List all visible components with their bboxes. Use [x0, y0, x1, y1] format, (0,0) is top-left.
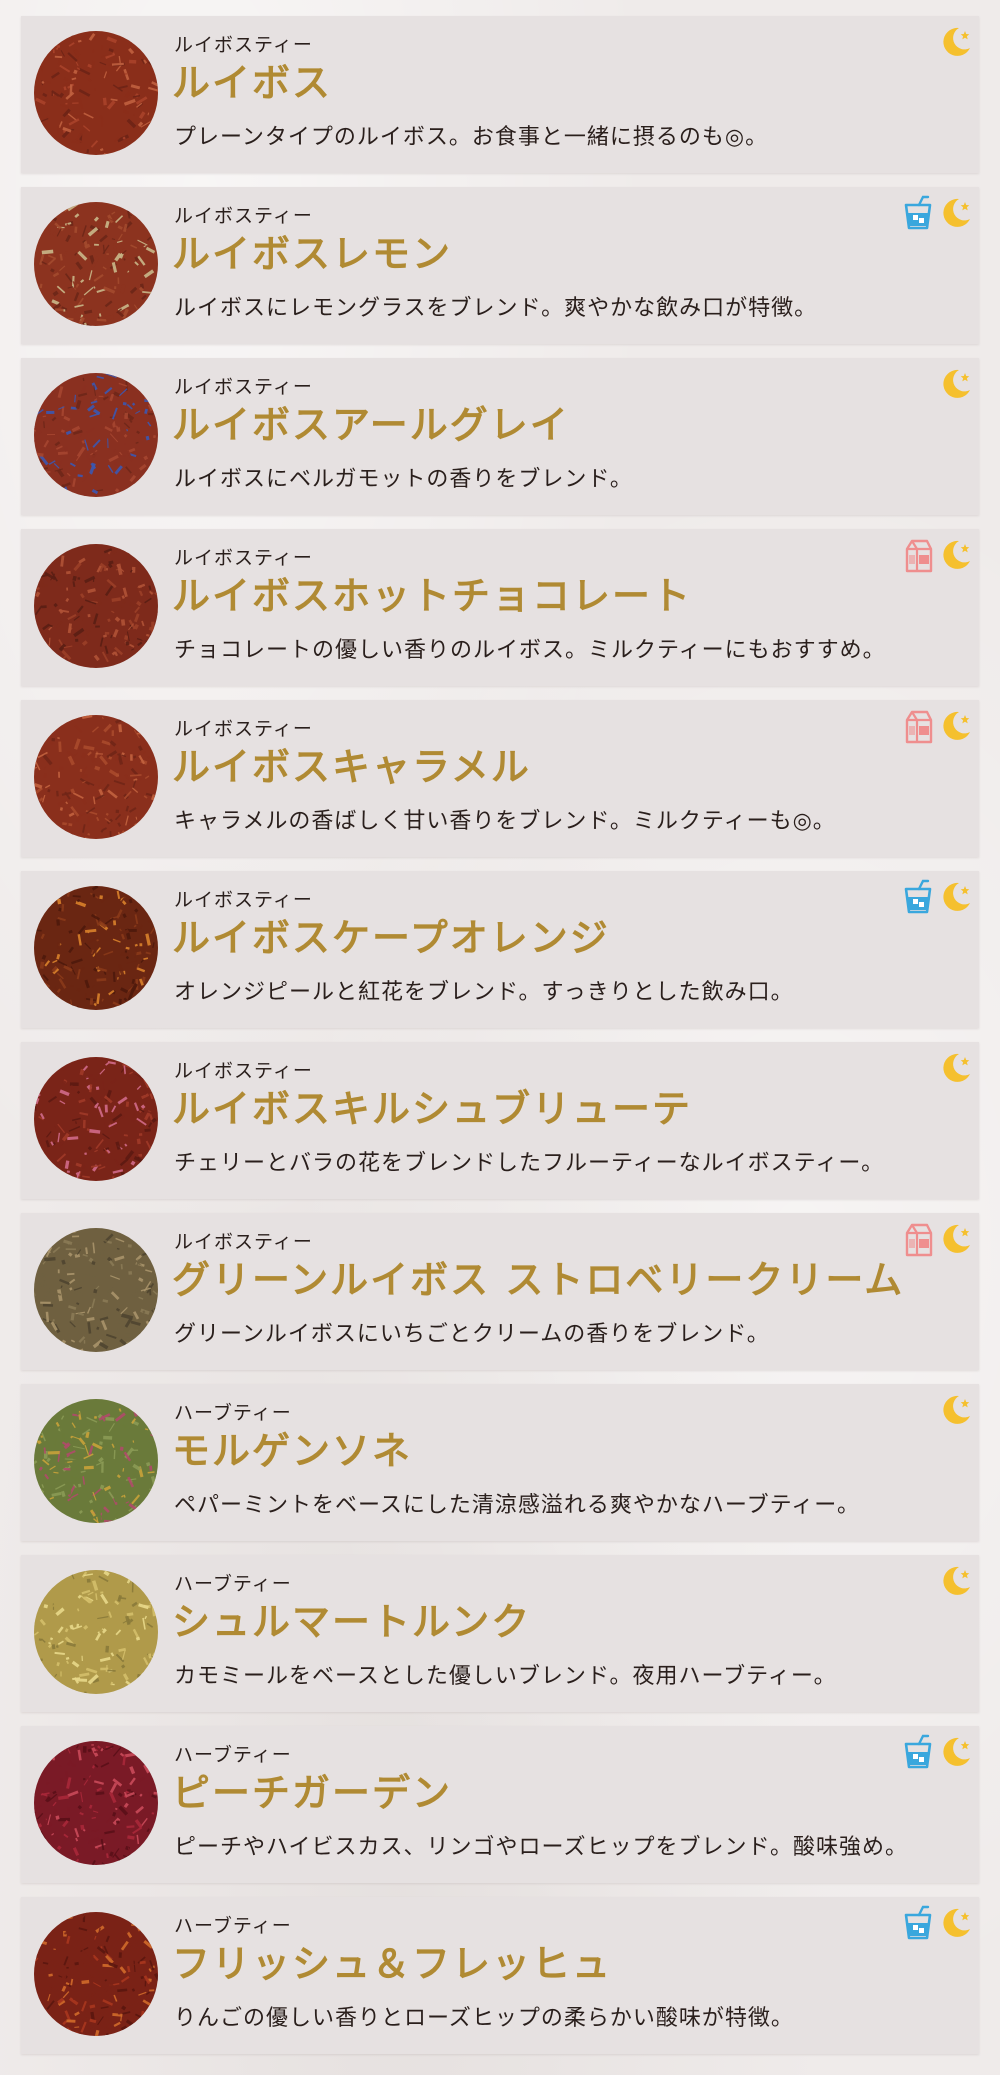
iced-drink-icon	[904, 195, 932, 230]
tea-leaf-image	[34, 1399, 158, 1523]
tea-name: ルイボスキャラメル	[172, 744, 531, 789]
tea-feature-icons	[901, 195, 973, 231]
tea-description: カモミールをベースとした優しいブレンド。夜用ハーブティー。	[174, 1664, 837, 1689]
tea-card[interactable]: ハーブティーシュルマートルンクカモミールをベースとした優しいブレンド。夜用ハーブ…	[21, 1555, 979, 1712]
tea-card[interactable]: ルイボスティールイボスキルシュブリューテチェリーとバラの花をブレンドしたフルーテ…	[21, 1042, 979, 1199]
tea-name: フリッシュ＆フレッヒュ	[172, 1941, 613, 1986]
tea-description: チョコレートの優しい香りのルイボス。ミルクティーにもおすすめ。	[174, 638, 886, 663]
tea-card[interactable]: ハーブティーモルゲンソネペパーミントをベースにした清涼感溢れる爽やかなハーブティ…	[21, 1384, 979, 1541]
tea-description: キャラメルの香ばしく甘い香りをブレンド。ミルクティーも◎。	[174, 809, 836, 834]
milk-carton-icon	[905, 710, 933, 744]
tea-card[interactable]: ルイボスティールイボスケープオレンジオレンジピールと紅花をブレンド。すっきりとし…	[21, 871, 979, 1028]
tea-description: りんごの優しい香りとローズヒップの柔らかい酸味が特徴。	[174, 2006, 794, 2031]
tea-card[interactable]: ルイボスティールイボスプレーンタイプのルイボス。お食事と一緒に摂るのも◎。	[21, 16, 979, 173]
tea-category: ルイボスティー	[174, 1231, 313, 1253]
moon-icon	[943, 540, 970, 569]
tea-feature-icons	[939, 1563, 973, 1599]
tea-category: ルイボスティー	[174, 376, 313, 398]
tea-leaf-image	[34, 1912, 158, 2036]
tea-category: ルイボスティー	[174, 34, 313, 56]
moon-icon	[943, 1737, 970, 1766]
tea-card[interactable]: ルイボスティールイボスホットチョコレートチョコレートの優しい香りのルイボス。ミル…	[21, 529, 979, 686]
tea-list: ルイボスティー ルイボス プレーンタイプのルイボス。お食事と一緒に摂るのも◎。 ルイボ…	[21, 16, 979, 2068]
tea-feature-icons	[939, 1050, 973, 1086]
moon-icon	[943, 27, 970, 56]
moon-icon	[943, 1395, 970, 1424]
tea-name: ルイボスホットチョコレート	[172, 573, 693, 618]
tea-feature-icons	[939, 24, 973, 60]
tea-category: ハーブティー	[174, 1402, 292, 1424]
tea-description: ルイボスにベルガモットの香りをブレンド。	[174, 467, 633, 492]
tea-category: ルイボスティー	[174, 718, 313, 740]
tea-name: ルイボス	[172, 60, 333, 105]
tea-leaf-image	[34, 1057, 158, 1181]
tea-leaf-image	[34, 1570, 158, 1694]
tea-leaf-image	[34, 31, 158, 155]
tea-category: ハーブティー	[174, 1744, 292, 1766]
tea-name: ルイボスアールグレイ	[172, 402, 570, 447]
moon-icon	[943, 882, 970, 911]
tea-name: シュルマートルンク	[172, 1599, 532, 1644]
tea-category: ハーブティー	[174, 1573, 292, 1595]
tea-category: ルイボスティー	[174, 205, 313, 227]
tea-card[interactable]: ルイボスティールイボスレモンルイボスにレモングラスをブレンド。爽やかな飲み口が特…	[21, 187, 979, 344]
tea-feature-icons	[901, 1905, 973, 1941]
tea-leaf-image	[34, 886, 158, 1010]
tea-leaf-image	[34, 202, 158, 326]
moon-icon	[943, 711, 970, 740]
tea-feature-icons	[939, 366, 973, 402]
tea-card[interactable]: ルイボスティーグリーンルイボス ストロベリークリームグリーンルイボスにいちごとク…	[21, 1213, 979, 1370]
moon-icon	[943, 369, 970, 398]
tea-category: ルイボスティー	[174, 889, 313, 911]
milk-carton-icon	[905, 1223, 933, 1257]
tea-description: グリーンルイボスにいちごとクリームの香りをブレンド。	[174, 1322, 770, 1347]
tea-category: ルイボスティー	[174, 1060, 313, 1082]
tea-name: グリーンルイボス ストロベリークリーム	[172, 1257, 905, 1302]
tea-name: モルゲンソネ	[172, 1428, 413, 1473]
moon-icon	[943, 1908, 970, 1937]
tea-feature-icons	[939, 1392, 973, 1428]
tea-card[interactable]: ルイボスティールイボスアールグレイルイボスにベルガモットの香りをブレンド。	[21, 358, 979, 515]
tea-feature-icons	[901, 879, 973, 915]
tea-leaf-image	[34, 373, 158, 497]
tea-description: プレーンタイプのルイボス。お食事と一緒に摂るのも◎。	[174, 125, 769, 150]
tea-name: ピーチガーデン	[172, 1770, 453, 1815]
tea-leaf-image	[34, 715, 158, 839]
tea-description: ルイボスにレモングラスをブレンド。爽やかな飲み口が特徴。	[174, 296, 818, 321]
tea-feature-icons	[901, 1734, 973, 1770]
moon-icon	[943, 198, 970, 227]
tea-leaf-image	[34, 1228, 158, 1352]
tea-name: ルイボスキルシュブリューテ	[172, 1086, 693, 1131]
tea-description: ペパーミントをベースにした清涼感溢れる爽やかなハーブティー。	[174, 1493, 861, 1518]
milk-carton-icon	[905, 539, 933, 573]
tea-name: ルイボスレモン	[172, 231, 453, 276]
tea-leaf-image	[34, 1741, 158, 1865]
moon-icon	[943, 1224, 970, 1253]
tea-description: ピーチやハイビスカス、リンゴやローズヒップをブレンド。酸味強め。	[174, 1835, 909, 1860]
tea-leaf-image	[34, 544, 158, 668]
tea-card[interactable]: ルイボスティールイボスキャラメルキャラメルの香ばしく甘い香りをブレンド。ミルクテ…	[21, 700, 979, 857]
tea-description: オレンジピールと紅花をブレンド。すっきりとした飲み口。	[174, 980, 794, 1005]
iced-drink-icon	[904, 1734, 932, 1769]
tea-name: ルイボスケープオレンジ	[172, 915, 610, 960]
tea-feature-icons	[901, 708, 973, 744]
tea-feature-icons	[901, 537, 973, 573]
tea-description: チェリーとバラの花をブレンドしたフルーティーなルイボスティー。	[174, 1151, 885, 1176]
moon-icon	[943, 1566, 970, 1595]
moon-icon	[943, 1053, 970, 1082]
tea-category: ルイボスティー	[174, 547, 313, 569]
iced-drink-icon	[904, 879, 932, 914]
tea-category: ハーブティー	[174, 1915, 292, 1937]
tea-card[interactable]: ハーブティーピーチガーデンピーチやハイビスカス、リンゴやローズヒップをブレンド。…	[21, 1726, 979, 1883]
iced-drink-icon	[904, 1905, 932, 1940]
tea-feature-icons	[901, 1221, 973, 1257]
tea-card[interactable]: ハーブティーフリッシュ＆フレッヒュりんごの優しい香りとローズヒップの柔らかい酸味…	[21, 1897, 979, 2054]
